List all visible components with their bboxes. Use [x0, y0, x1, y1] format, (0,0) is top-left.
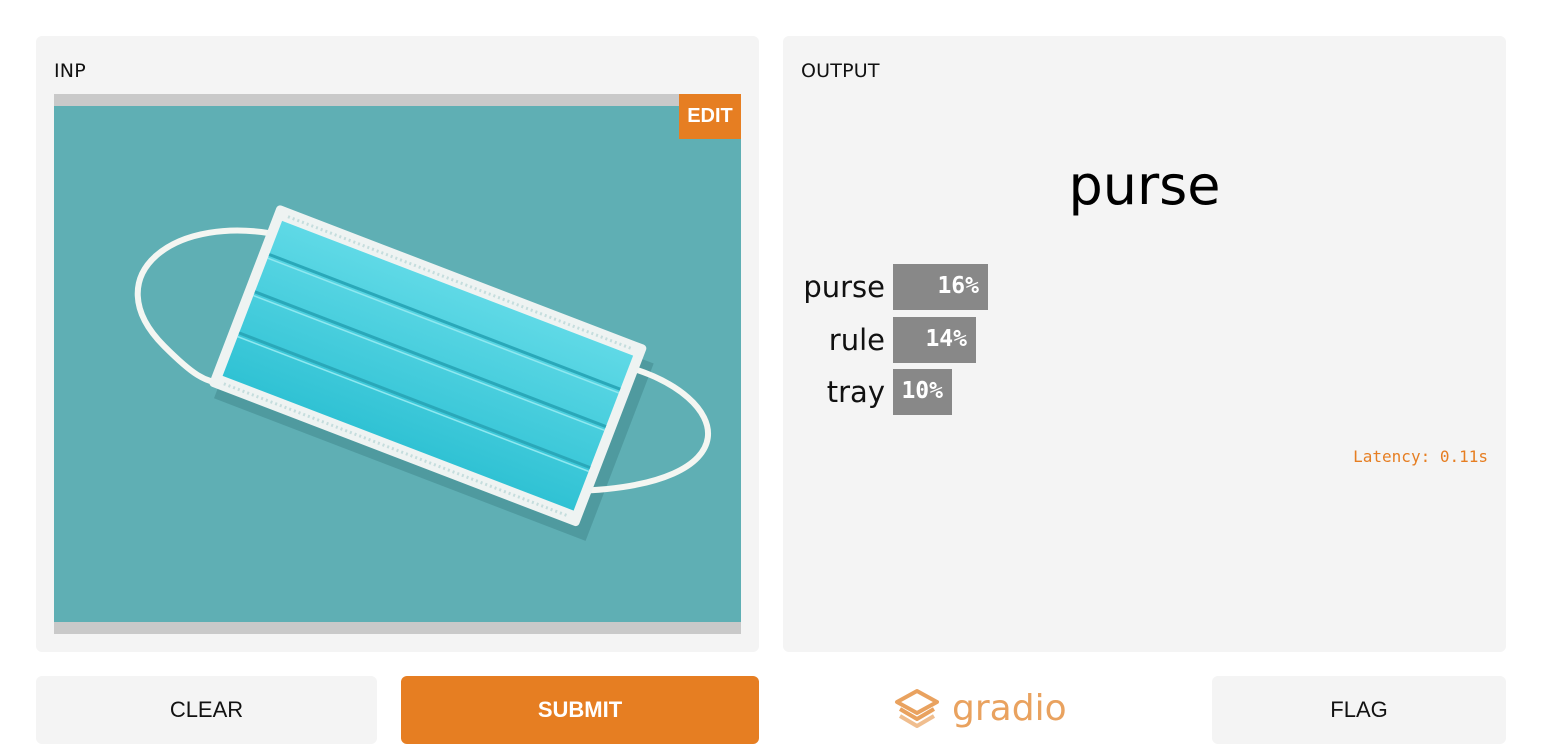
latency-text: Latency: 0.11s	[1353, 447, 1488, 466]
confidence-bar: 14%	[893, 317, 976, 363]
submit-button[interactable]: SUBMIT	[401, 676, 759, 744]
image-frame: EDIT	[54, 94, 741, 634]
confidence-bar: 16%	[893, 264, 988, 310]
confidence-percent: 14%	[925, 326, 967, 352]
confidence-label: purse	[803, 270, 885, 304]
output-title: OUTPUT	[801, 60, 880, 82]
confidence-row: rule 14%	[783, 317, 1183, 363]
confidence-row: purse 16%	[783, 264, 1183, 310]
confidence-percent: 16%	[937, 273, 979, 299]
confidence-row: tray 10%	[783, 369, 1183, 415]
confidence-label: tray	[826, 375, 885, 409]
predicted-label: purse	[1068, 154, 1221, 217]
face-mask-image	[54, 106, 741, 622]
confidence-label: rule	[828, 323, 885, 357]
gradio-brand[interactable]: gradio	[894, 684, 1067, 732]
input-image[interactable]	[54, 106, 741, 622]
flag-button[interactable]: FLAG	[1212, 676, 1506, 744]
input-panel: INP EDIT	[36, 36, 759, 652]
output-panel: OUTPUT purse purse 16% rule 14% tray 10%…	[783, 36, 1506, 652]
gradio-logo-icon	[895, 689, 939, 728]
confidence-percent: 10%	[901, 378, 943, 404]
clear-button[interactable]: CLEAR	[36, 676, 377, 744]
confidence-bar: 10%	[893, 369, 952, 415]
input-title: INP	[54, 60, 86, 82]
edit-button[interactable]: EDIT	[679, 94, 741, 139]
brand-name: gradio	[952, 687, 1067, 729]
